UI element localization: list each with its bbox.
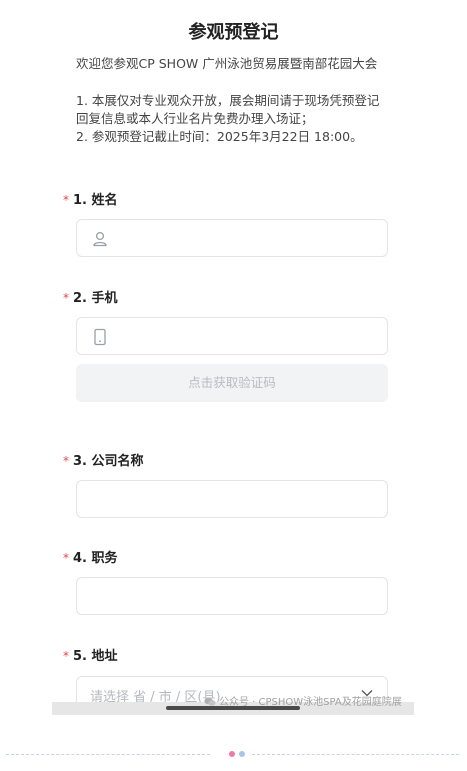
question-label: 2. 手机 [73,291,118,306]
question-label: 1. 姓名 [73,193,118,208]
required-mark: * [63,291,69,305]
required-mark: * [63,193,69,207]
person-icon [93,231,107,247]
question-name-label: * 1. 姓名 [63,189,118,208]
divider-right [252,754,459,755]
note-line: 2. 参观预登记截止时间：2025年3月22日 18:00。 [76,129,363,144]
required-mark: * [63,649,69,663]
question-label: 5. 地址 [73,649,118,664]
divider-left [6,754,210,755]
intro-text: 欢迎您参观CP SHOW 广州泳池贸易展暨南部花园大会 [76,56,378,71]
question-address-label: * 5. 地址 [63,645,118,664]
question-position-label: * 4. 职务 [63,547,118,566]
phone-icon [94,328,106,346]
note-line: 1. 本展仅对专业观众开放，展会期间请于现场凭预登记 [76,93,380,108]
position-input[interactable] [76,577,388,615]
pager-dot-active[interactable] [229,751,235,757]
phone-input[interactable] [76,317,388,355]
question-company-label: * 3. 公司名称 [63,450,144,469]
question-label: 3. 公司名称 [73,454,144,469]
question-phone-label: * 2. 手机 [63,287,118,306]
required-mark: * [63,454,69,468]
get-code-button[interactable]: 点击获取验证码 [76,364,388,402]
question-label: 4. 职务 [73,551,118,566]
name-input[interactable] [76,219,388,257]
note-line: 回复信息或本人行业名片免费办理入场证； [76,111,314,126]
page-title: 参观预登记 [188,22,279,43]
notes: 1. 本展仅对专业观众开放，展会期间请于现场凭预登记 回复信息或本人行业名片免费… [76,92,396,146]
home-indicator[interactable] [166,706,300,710]
required-mark: * [63,551,69,565]
company-input[interactable] [76,480,388,518]
pager-dot[interactable] [239,751,245,757]
